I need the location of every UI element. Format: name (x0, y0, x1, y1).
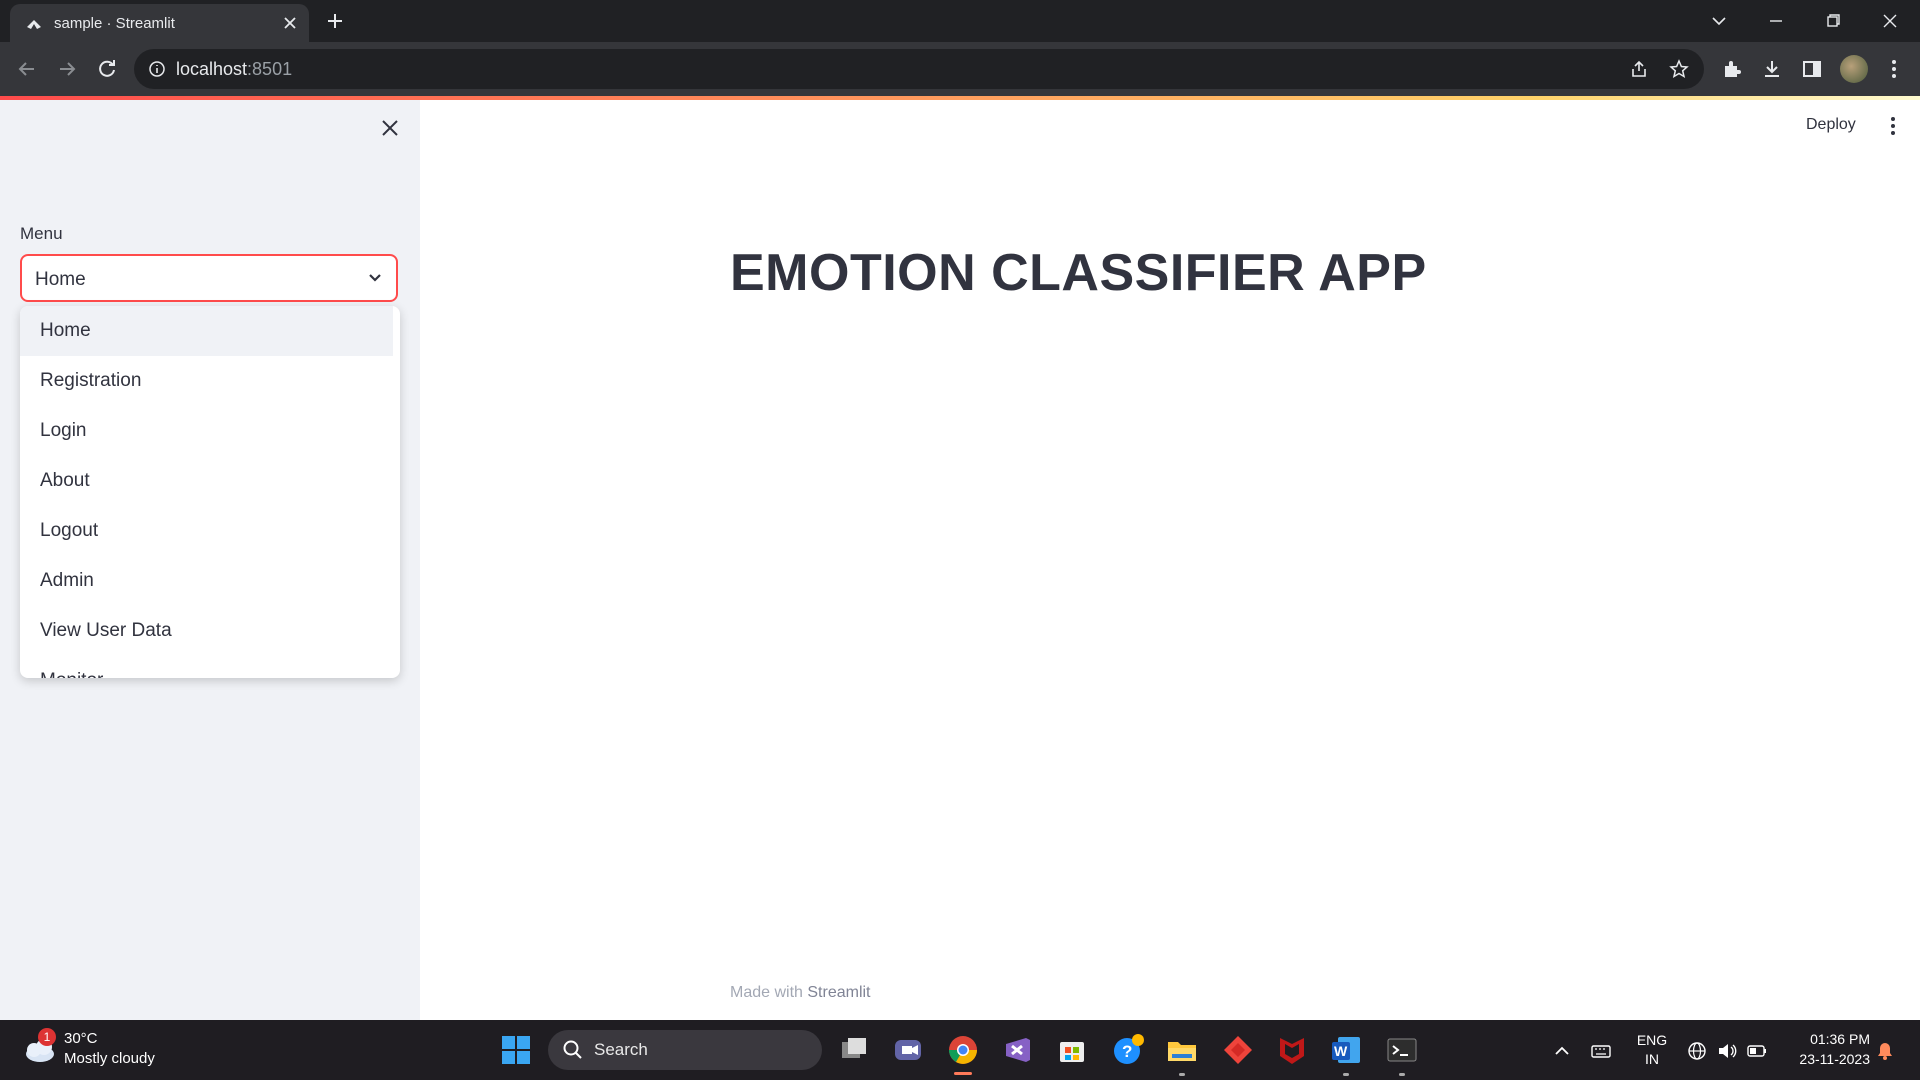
svg-text:W: W (1334, 1043, 1348, 1059)
browser-tab-bar: sample · Streamlit (0, 0, 1920, 42)
chevron-up-icon[interactable] (1551, 1040, 1573, 1062)
tab-search-chevron-icon[interactable] (1706, 8, 1732, 34)
streamlit-link[interactable]: Streamlit (807, 984, 870, 1001)
language-eng[interactable]: ENG (1636, 1032, 1668, 1048)
download-icon[interactable] (1760, 57, 1784, 81)
option-view-user-data[interactable]: View User Data (20, 606, 393, 656)
taskbar-search[interactable]: Search (548, 1030, 822, 1070)
menu-selectbox[interactable]: Home (20, 254, 398, 302)
close-window-icon[interactable] (1877, 8, 1903, 34)
option-logout[interactable]: Logout (20, 506, 393, 556)
bookmark-star-icon[interactable] (1669, 59, 1689, 79)
page-title: EMOTION CLASSIFIER APP (730, 244, 1427, 302)
streamlit-favicon-icon (27, 20, 41, 29)
anydesk-icon[interactable] (1220, 1032, 1256, 1068)
task-view-icon[interactable] (836, 1032, 872, 1068)
chevron-down-icon[interactable] (365, 268, 385, 288)
teams-chat-icon[interactable] (890, 1032, 926, 1068)
forward-icon[interactable] (55, 57, 79, 81)
reload-icon[interactable] (95, 57, 119, 81)
menu-dropdown-list[interactable]: Home Registration Login About Logout Adm… (20, 306, 400, 678)
chrome-icon[interactable] (945, 1032, 981, 1068)
back-icon[interactable] (15, 57, 39, 81)
tab-title: sample · Streamlit (54, 15, 175, 32)
terminal-running-indicator (1399, 1073, 1405, 1076)
word-icon[interactable]: W (1328, 1032, 1364, 1068)
volume-icon[interactable] (1716, 1040, 1738, 1062)
windows-start-icon[interactable] (498, 1032, 534, 1068)
mcafee-icon[interactable] (1274, 1032, 1310, 1068)
terminal-icon[interactable] (1384, 1032, 1420, 1068)
browser-toolbar: localhost:8501 (0, 42, 1920, 96)
battery-icon[interactable] (1746, 1040, 1768, 1062)
menu-label: Menu (20, 224, 63, 243)
notification-bell-icon[interactable] (1874, 1040, 1896, 1062)
restore-icon[interactable] (1820, 8, 1846, 34)
option-login[interactable]: Login (20, 406, 393, 456)
extensions-icon[interactable] (1720, 57, 1744, 81)
clock-time[interactable]: 01:36 PM (1770, 1031, 1870, 1047)
weather-badge: 1 (38, 1028, 56, 1046)
chrome-active-indicator (954, 1072, 972, 1075)
weather-desc: Mostly cloudy (64, 1050, 155, 1067)
new-tab-icon[interactable] (325, 11, 345, 31)
option-admin[interactable]: Admin (20, 556, 393, 606)
footer: Made with Streamlit (730, 984, 871, 1001)
keyboard-icon[interactable] (1590, 1040, 1612, 1062)
file-explorer-icon[interactable] (1164, 1032, 1200, 1068)
chrome-menu-icon[interactable] (1882, 57, 1906, 81)
close-tab-icon[interactable] (282, 15, 298, 31)
word-running-indicator (1343, 1073, 1349, 1076)
microsoft-store-icon[interactable] (1054, 1032, 1090, 1068)
clock-date[interactable]: 23-11-2023 (1770, 1051, 1870, 1067)
profile-avatar[interactable] (1840, 55, 1868, 83)
selected-value: Home (35, 269, 86, 290)
network-globe-icon[interactable] (1686, 1040, 1708, 1062)
option-registration[interactable]: Registration (20, 356, 393, 406)
browser-tab[interactable]: sample · Streamlit (10, 4, 309, 42)
search-icon (563, 1040, 582, 1059)
side-panel-icon[interactable] (1800, 57, 1824, 81)
address-bar[interactable]: localhost:8501 (134, 49, 1704, 89)
visual-studio-icon[interactable] (1000, 1032, 1036, 1068)
option-home[interactable]: Home (20, 306, 393, 356)
deploy-button[interactable]: Deploy (1806, 116, 1856, 134)
option-about[interactable]: About (20, 456, 393, 506)
share-icon[interactable] (1629, 59, 1649, 79)
minimize-icon[interactable] (1763, 8, 1789, 34)
explorer-running-indicator (1179, 1073, 1185, 1076)
close-sidebar-icon[interactable] (380, 118, 400, 138)
language-region: IN (1645, 1051, 1659, 1067)
url-text: localhost:8501 (176, 59, 293, 79)
site-info-icon[interactable] (148, 60, 166, 78)
get-help-icon[interactable]: ? (1110, 1032, 1146, 1068)
svg-text:?: ? (1122, 1042, 1132, 1061)
windows-taskbar: 1 30°C Mostly cloudy Search ? W ENG IN 0… (0, 1020, 1920, 1080)
main-menu-icon[interactable] (1883, 114, 1903, 138)
weather-temp: 30°C (64, 1030, 98, 1047)
option-monitor[interactable]: Monitor (20, 656, 393, 678)
